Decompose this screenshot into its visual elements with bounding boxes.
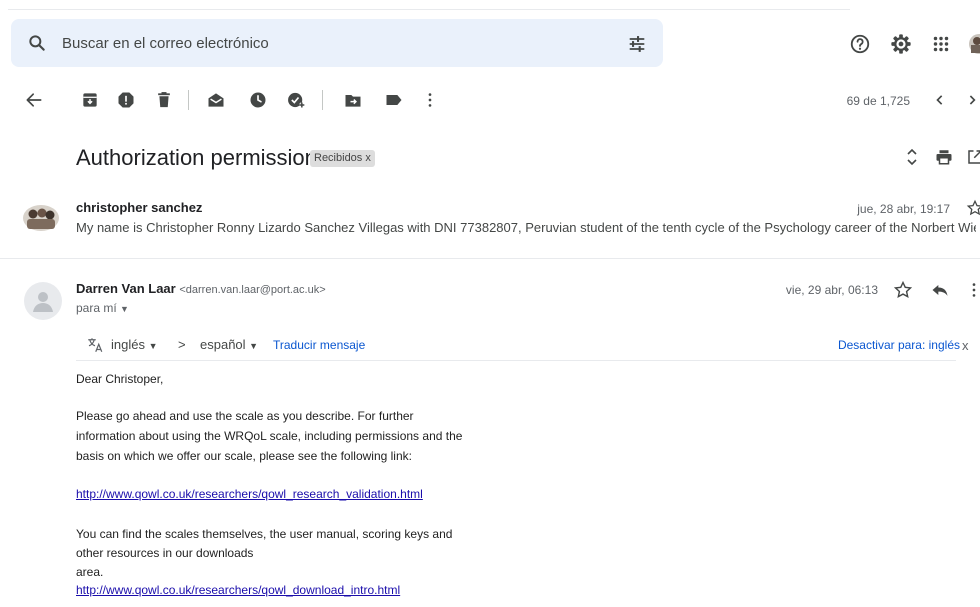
account-avatar[interactable] bbox=[968, 33, 980, 55]
open-new-window-icon[interactable] bbox=[966, 148, 980, 166]
delete-icon[interactable] bbox=[154, 90, 174, 110]
toolbar-separator bbox=[188, 90, 189, 110]
label-chip[interactable]: Recibidos x bbox=[310, 150, 375, 167]
archive-icon[interactable] bbox=[80, 90, 100, 110]
settings-icon[interactable] bbox=[890, 33, 912, 55]
report-spam-icon[interactable] bbox=[116, 90, 136, 110]
apps-icon[interactable] bbox=[930, 33, 952, 55]
chevron-down-icon: ▼ bbox=[120, 304, 129, 314]
body-paragraph-line: information about using the WRQoL scale,… bbox=[76, 429, 463, 443]
disable-translation-link[interactable]: Desactivar para: inglés bbox=[810, 338, 960, 352]
research-validation-link[interactable]: http://www.qowl.co.uk/researchers/qowl_r… bbox=[76, 487, 423, 501]
body-paragraph-line: Please go ahead and use the scale as you… bbox=[76, 409, 414, 423]
sender-name: christopher sanchez bbox=[76, 200, 203, 215]
help-icon[interactable] bbox=[849, 33, 871, 55]
label-icon[interactable] bbox=[384, 90, 404, 110]
expand-icon[interactable] bbox=[904, 148, 920, 166]
thread-subject: Authorization permission bbox=[76, 145, 317, 170]
chevron-down-icon: ▼ bbox=[249, 341, 259, 351]
chevron-down-icon: ▼ bbox=[148, 341, 158, 351]
search-input[interactable] bbox=[62, 32, 602, 54]
download-intro-link[interactable]: http://www.qowl.co.uk/researchers/qowl_d… bbox=[76, 583, 400, 597]
body-paragraph-line: You can find the scales themselves, the … bbox=[76, 527, 453, 541]
sender-email: <darren.van.laar@port.ac.uk> bbox=[179, 284, 326, 296]
print-icon[interactable] bbox=[935, 148, 953, 166]
close-translate-button[interactable]: x bbox=[962, 338, 969, 353]
filter-icon[interactable] bbox=[627, 34, 647, 54]
top-divider bbox=[8, 9, 850, 10]
label-remove-button[interactable]: x bbox=[365, 152, 371, 164]
message-snippet[interactable]: My name is Christopher Ronny Lizardo San… bbox=[76, 220, 976, 235]
body-greeting: Dear Christoper, bbox=[76, 372, 164, 386]
toolbar-separator bbox=[322, 90, 323, 110]
next-icon[interactable] bbox=[964, 90, 980, 110]
sender-name: Darren Van Laar bbox=[76, 281, 176, 296]
prev-icon[interactable] bbox=[930, 90, 950, 110]
recipient-label: para mí bbox=[76, 301, 117, 315]
message-divider bbox=[0, 258, 980, 259]
translate-icon bbox=[86, 336, 104, 354]
back-arrow-icon[interactable] bbox=[24, 90, 44, 110]
snooze-icon[interactable] bbox=[248, 90, 268, 110]
message-counter: 69 de 1,725 bbox=[846, 94, 910, 108]
translate-arrow: > bbox=[178, 337, 186, 352]
body-paragraph-line: basis on which we offer our scale, pleas… bbox=[76, 449, 412, 463]
source-language: inglés bbox=[111, 337, 145, 352]
target-language: español bbox=[200, 337, 246, 352]
sender-avatar bbox=[24, 282, 62, 320]
reply-icon[interactable] bbox=[930, 280, 950, 300]
body-paragraph-line: area. bbox=[76, 565, 104, 579]
star-icon[interactable] bbox=[893, 280, 913, 300]
recipient-dropdown[interactable]: para mí ▼ bbox=[76, 301, 129, 315]
star-icon[interactable] bbox=[966, 199, 980, 217]
message-date: vie, 29 abr, 06:13 bbox=[785, 283, 878, 297]
mark-unread-icon[interactable] bbox=[206, 90, 226, 110]
label-chip-text: Recibidos bbox=[314, 152, 363, 164]
translate-message-link[interactable]: Traducir mensaje bbox=[273, 338, 365, 352]
body-paragraph-line: other resources in our downloads bbox=[76, 546, 254, 560]
sender-avatar bbox=[22, 203, 60, 233]
target-language-dropdown[interactable]: español ▼ bbox=[200, 337, 258, 352]
search-icon[interactable] bbox=[27, 33, 47, 53]
move-to-icon[interactable] bbox=[343, 90, 363, 110]
more-vert-icon[interactable] bbox=[968, 280, 980, 300]
message-date: jue, 28 abr, 19:17 bbox=[857, 202, 950, 216]
add-task-icon[interactable] bbox=[286, 90, 306, 110]
source-language-dropdown[interactable]: inglés ▼ bbox=[111, 337, 158, 352]
more-vert-icon[interactable] bbox=[420, 90, 440, 110]
sender-line: Darren Van Laar <darren.van.laar@port.ac… bbox=[76, 281, 326, 296]
